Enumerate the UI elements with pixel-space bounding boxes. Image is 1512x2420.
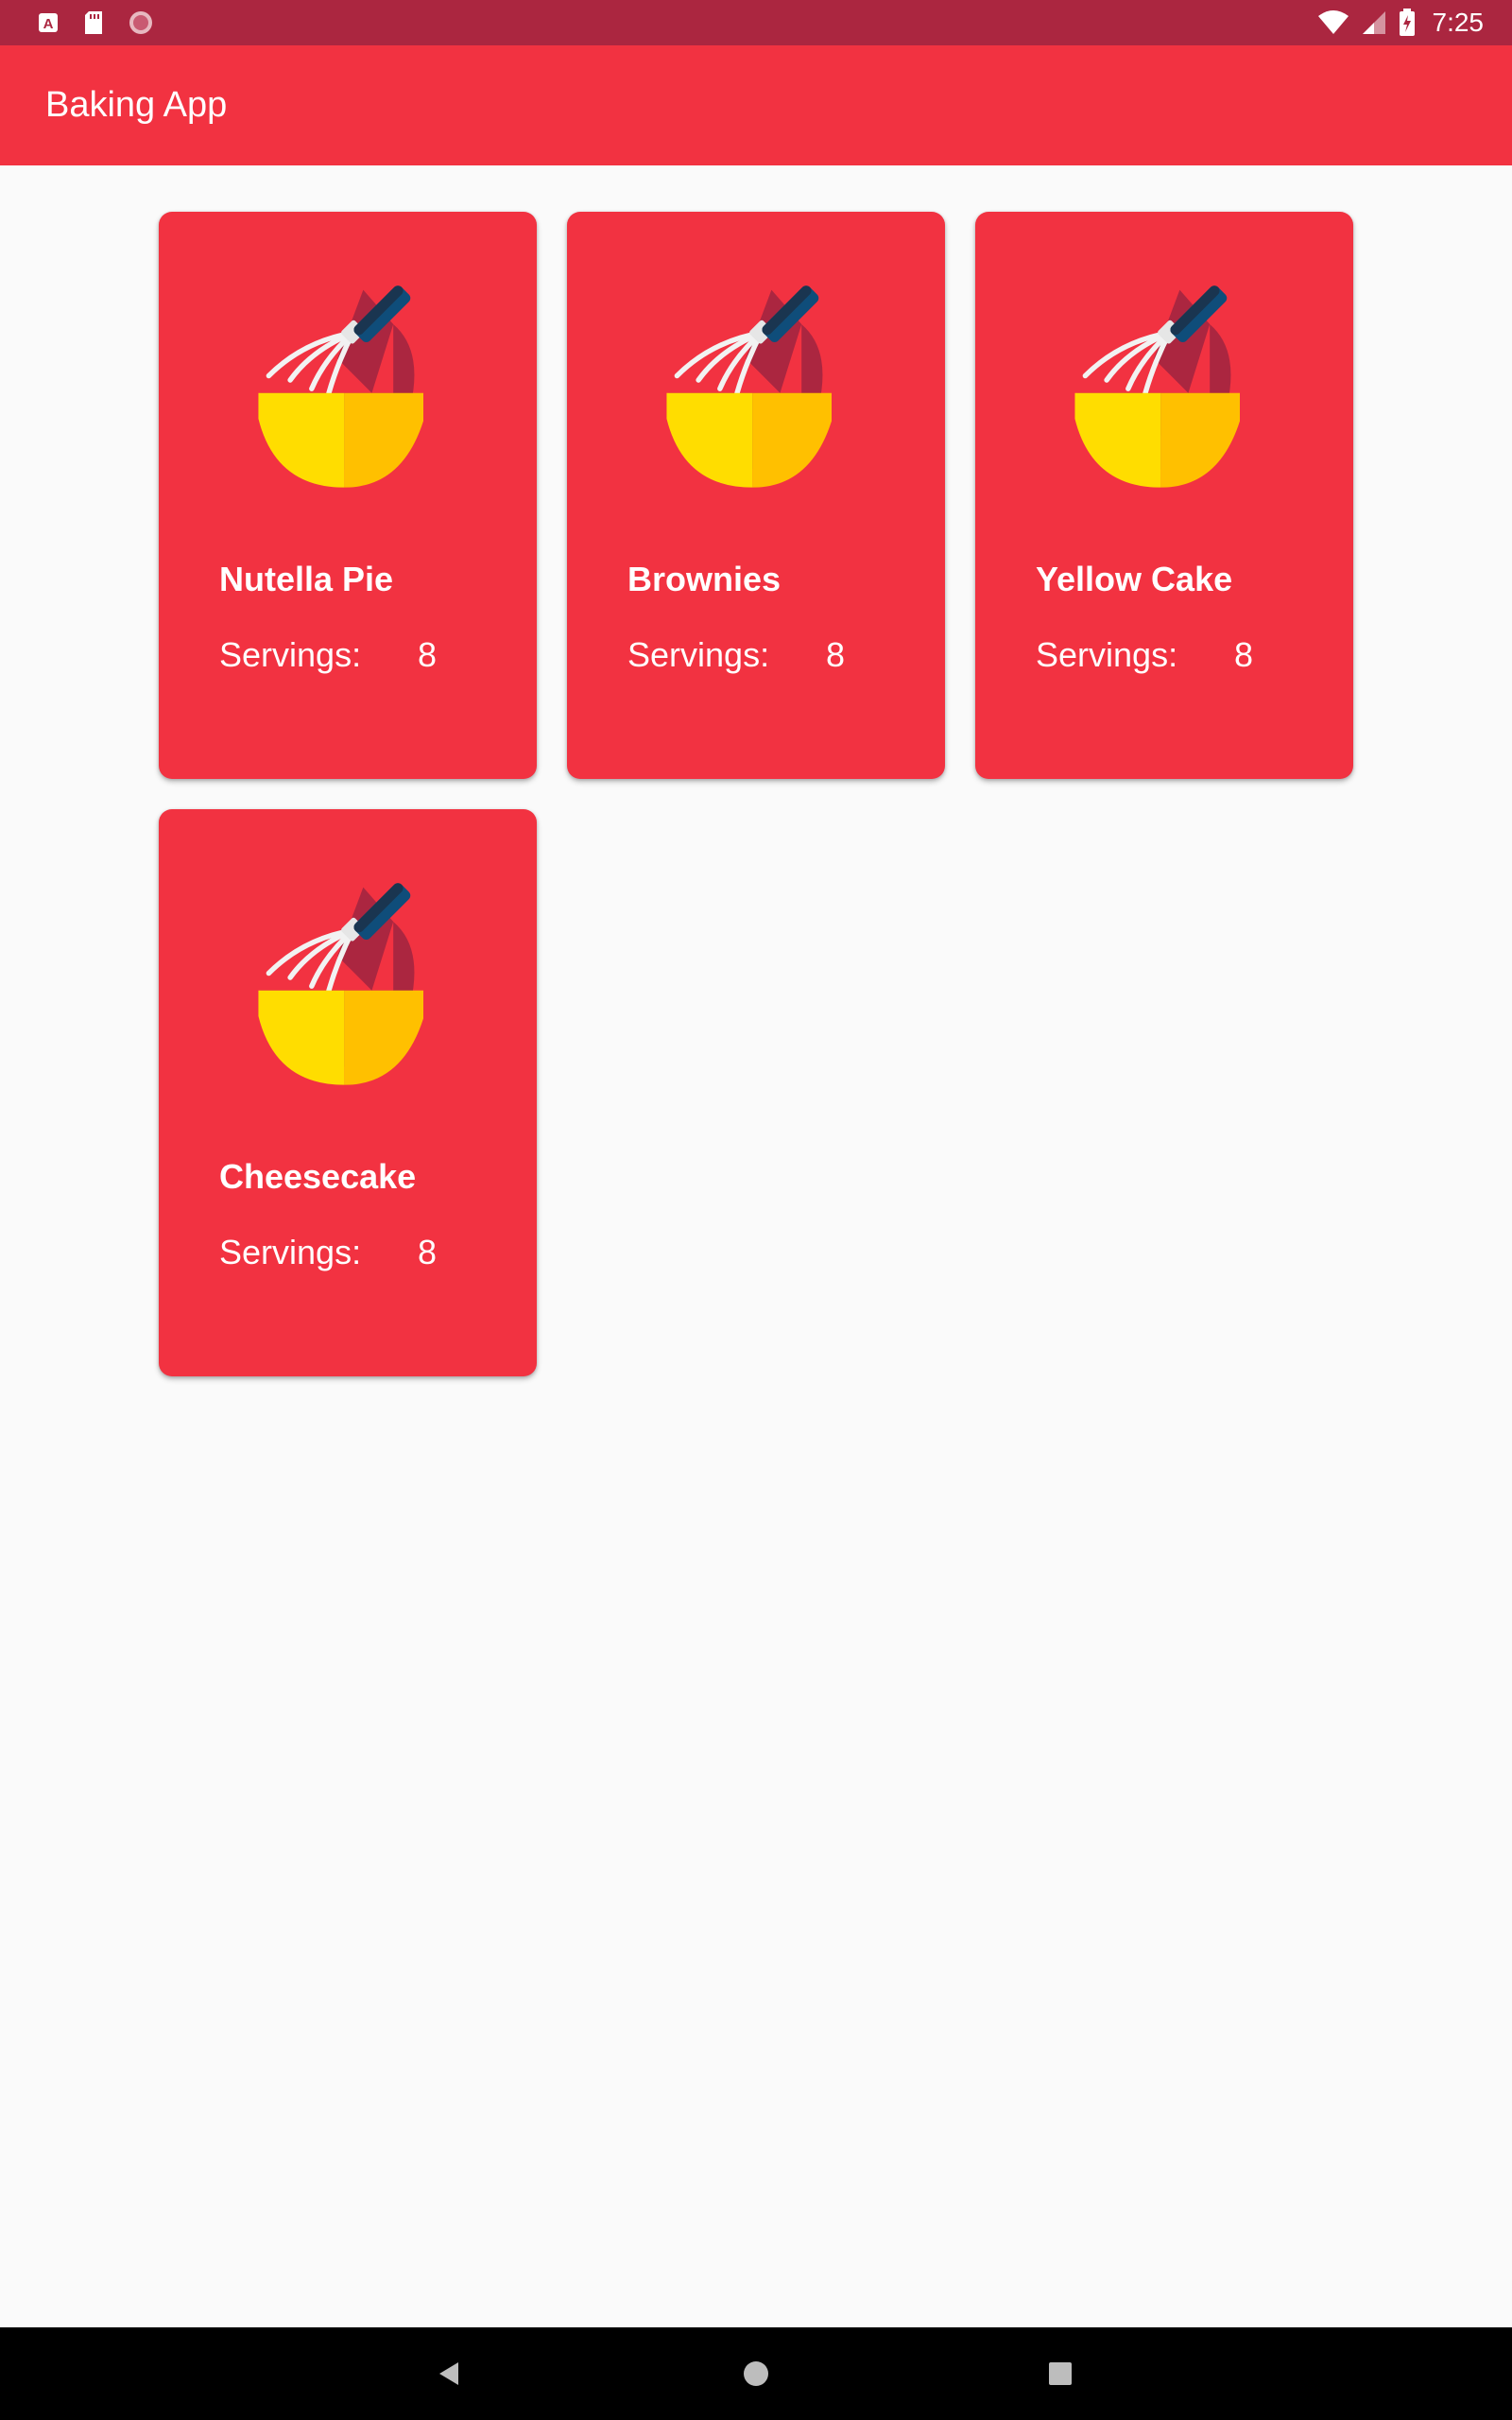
recipe-card[interactable]: Cheesecake Servings: 8 xyxy=(159,809,537,1376)
recipe-card[interactable]: Yellow Cake Servings: 8 xyxy=(975,212,1353,779)
navigation-bar xyxy=(0,2327,1512,2420)
servings-value: 8 xyxy=(418,635,438,674)
bowl-whisk-icon xyxy=(234,244,423,499)
recipe-name: Brownies xyxy=(627,560,782,598)
servings-value: 8 xyxy=(826,635,846,674)
back-button[interactable] xyxy=(421,2327,478,2420)
recipe-name: Yellow Cake xyxy=(1036,560,1233,598)
back-icon xyxy=(439,2362,458,2385)
recents-button[interactable] xyxy=(1032,2327,1089,2420)
home-button[interactable] xyxy=(728,2327,784,2420)
home-icon xyxy=(744,2361,768,2386)
recipe-name: Nutella Pie xyxy=(219,560,394,598)
recipe-grid: Nutella Pie Servings: 8 Brownies Serving… xyxy=(0,0,1512,2325)
recipe-card[interactable]: Brownies Servings: 8 xyxy=(567,212,945,779)
servings-value: 8 xyxy=(1234,635,1254,674)
bowl-whisk-icon xyxy=(1051,244,1240,499)
bowl-whisk-icon xyxy=(234,841,423,1097)
servings-label: Servings: xyxy=(1036,635,1178,674)
servings-label: Servings: xyxy=(219,1233,362,1271)
servings-label: Servings: xyxy=(627,635,770,674)
recents-icon xyxy=(1049,2362,1072,2385)
bowl-whisk-icon xyxy=(643,244,832,499)
servings-label: Servings: xyxy=(219,635,362,674)
recipe-name: Cheesecake xyxy=(219,1157,417,1196)
recipe-card[interactable]: Nutella Pie Servings: 8 xyxy=(159,212,537,779)
servings-value: 8 xyxy=(418,1233,438,1271)
